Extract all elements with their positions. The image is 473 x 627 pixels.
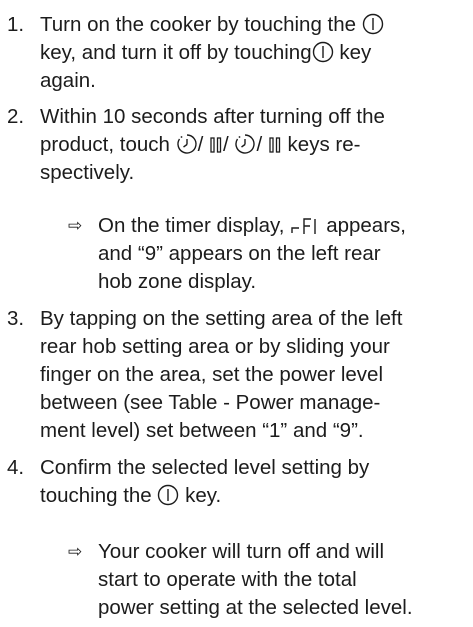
pause-key-icon: [268, 135, 282, 155]
step-text: Within 10 seconds after turning off the …: [40, 105, 385, 184]
timer-key-icon: [176, 133, 198, 155]
power-key-icon: [157, 484, 179, 506]
timer-display-code-icon: [290, 216, 326, 236]
instruction-page: 1. Turn on the cooker by touching the ke…: [0, 0, 473, 627]
step-text: Turn on the cooker by touching the key, …: [40, 11, 470, 95]
pause-key-icon: [209, 135, 223, 155]
power-key-icon: [312, 41, 334, 63]
result-text: On the timer display, appears, and “9” a…: [98, 214, 406, 293]
result-text: Your cooker will turn off and will start…: [98, 540, 413, 619]
step-number: 3.: [7, 307, 25, 330]
step-text: Confirm the selected level setting by to…: [40, 456, 370, 507]
step-number: 4.: [7, 456, 25, 479]
result-arrow-icon: ⇨: [68, 216, 83, 235]
step-text: By tapping on the setting area of the le…: [40, 307, 403, 442]
step-number: 1.: [7, 13, 25, 36]
step-number: 2.: [7, 105, 25, 128]
result-arrow-icon: ⇨: [68, 542, 83, 561]
power-key-icon: [362, 13, 384, 35]
timer-key-icon: [234, 133, 256, 155]
